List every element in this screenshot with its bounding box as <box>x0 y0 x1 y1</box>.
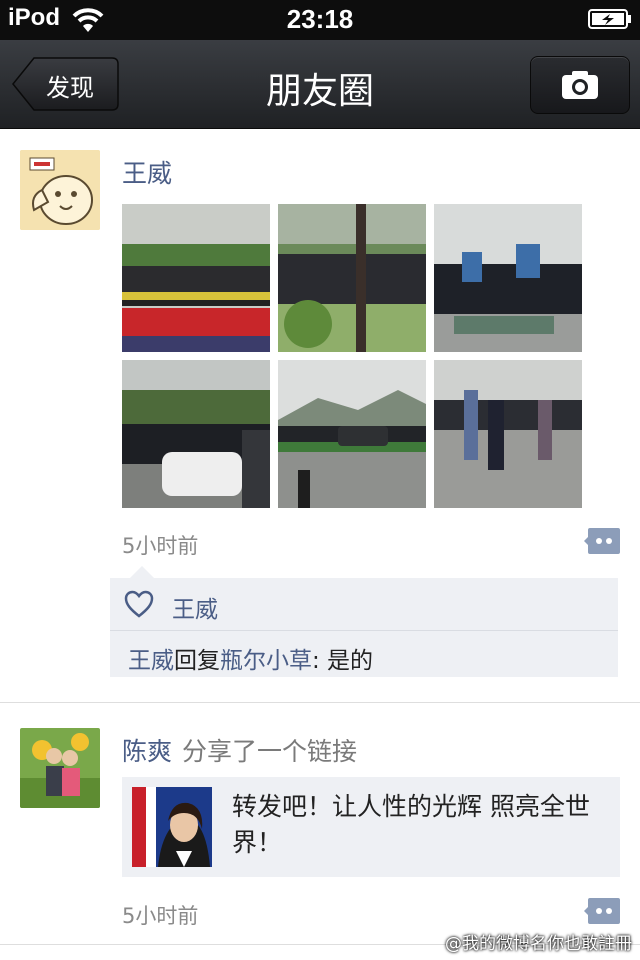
moment-post: 陈爽 分享了一个链接 转发吧！让人性的光辉 照亮全世界！ 5小时前 <box>0 0 640 960</box>
link-thumbnail <box>132 787 212 867</box>
avatar[interactable] <box>20 728 100 808</box>
link-thumbnail-image <box>132 787 212 867</box>
watermark: @我的微博名你也敢註冊 <box>445 934 632 954</box>
post-header: 陈爽 分享了一个链接 <box>122 732 357 768</box>
shared-link-card[interactable]: 转发吧！让人性的光辉 照亮全世界！ <box>122 777 620 877</box>
post-author[interactable]: 陈爽 <box>122 737 172 766</box>
link-title: 转发吧！让人性的光辉 照亮全世界！ <box>232 792 590 857</box>
post-time: 5小时前 <box>122 904 199 928</box>
share-action-text: 分享了一个链接 <box>182 737 358 766</box>
couple-avatar-image <box>20 728 100 808</box>
comment-icon[interactable] <box>584 898 620 924</box>
